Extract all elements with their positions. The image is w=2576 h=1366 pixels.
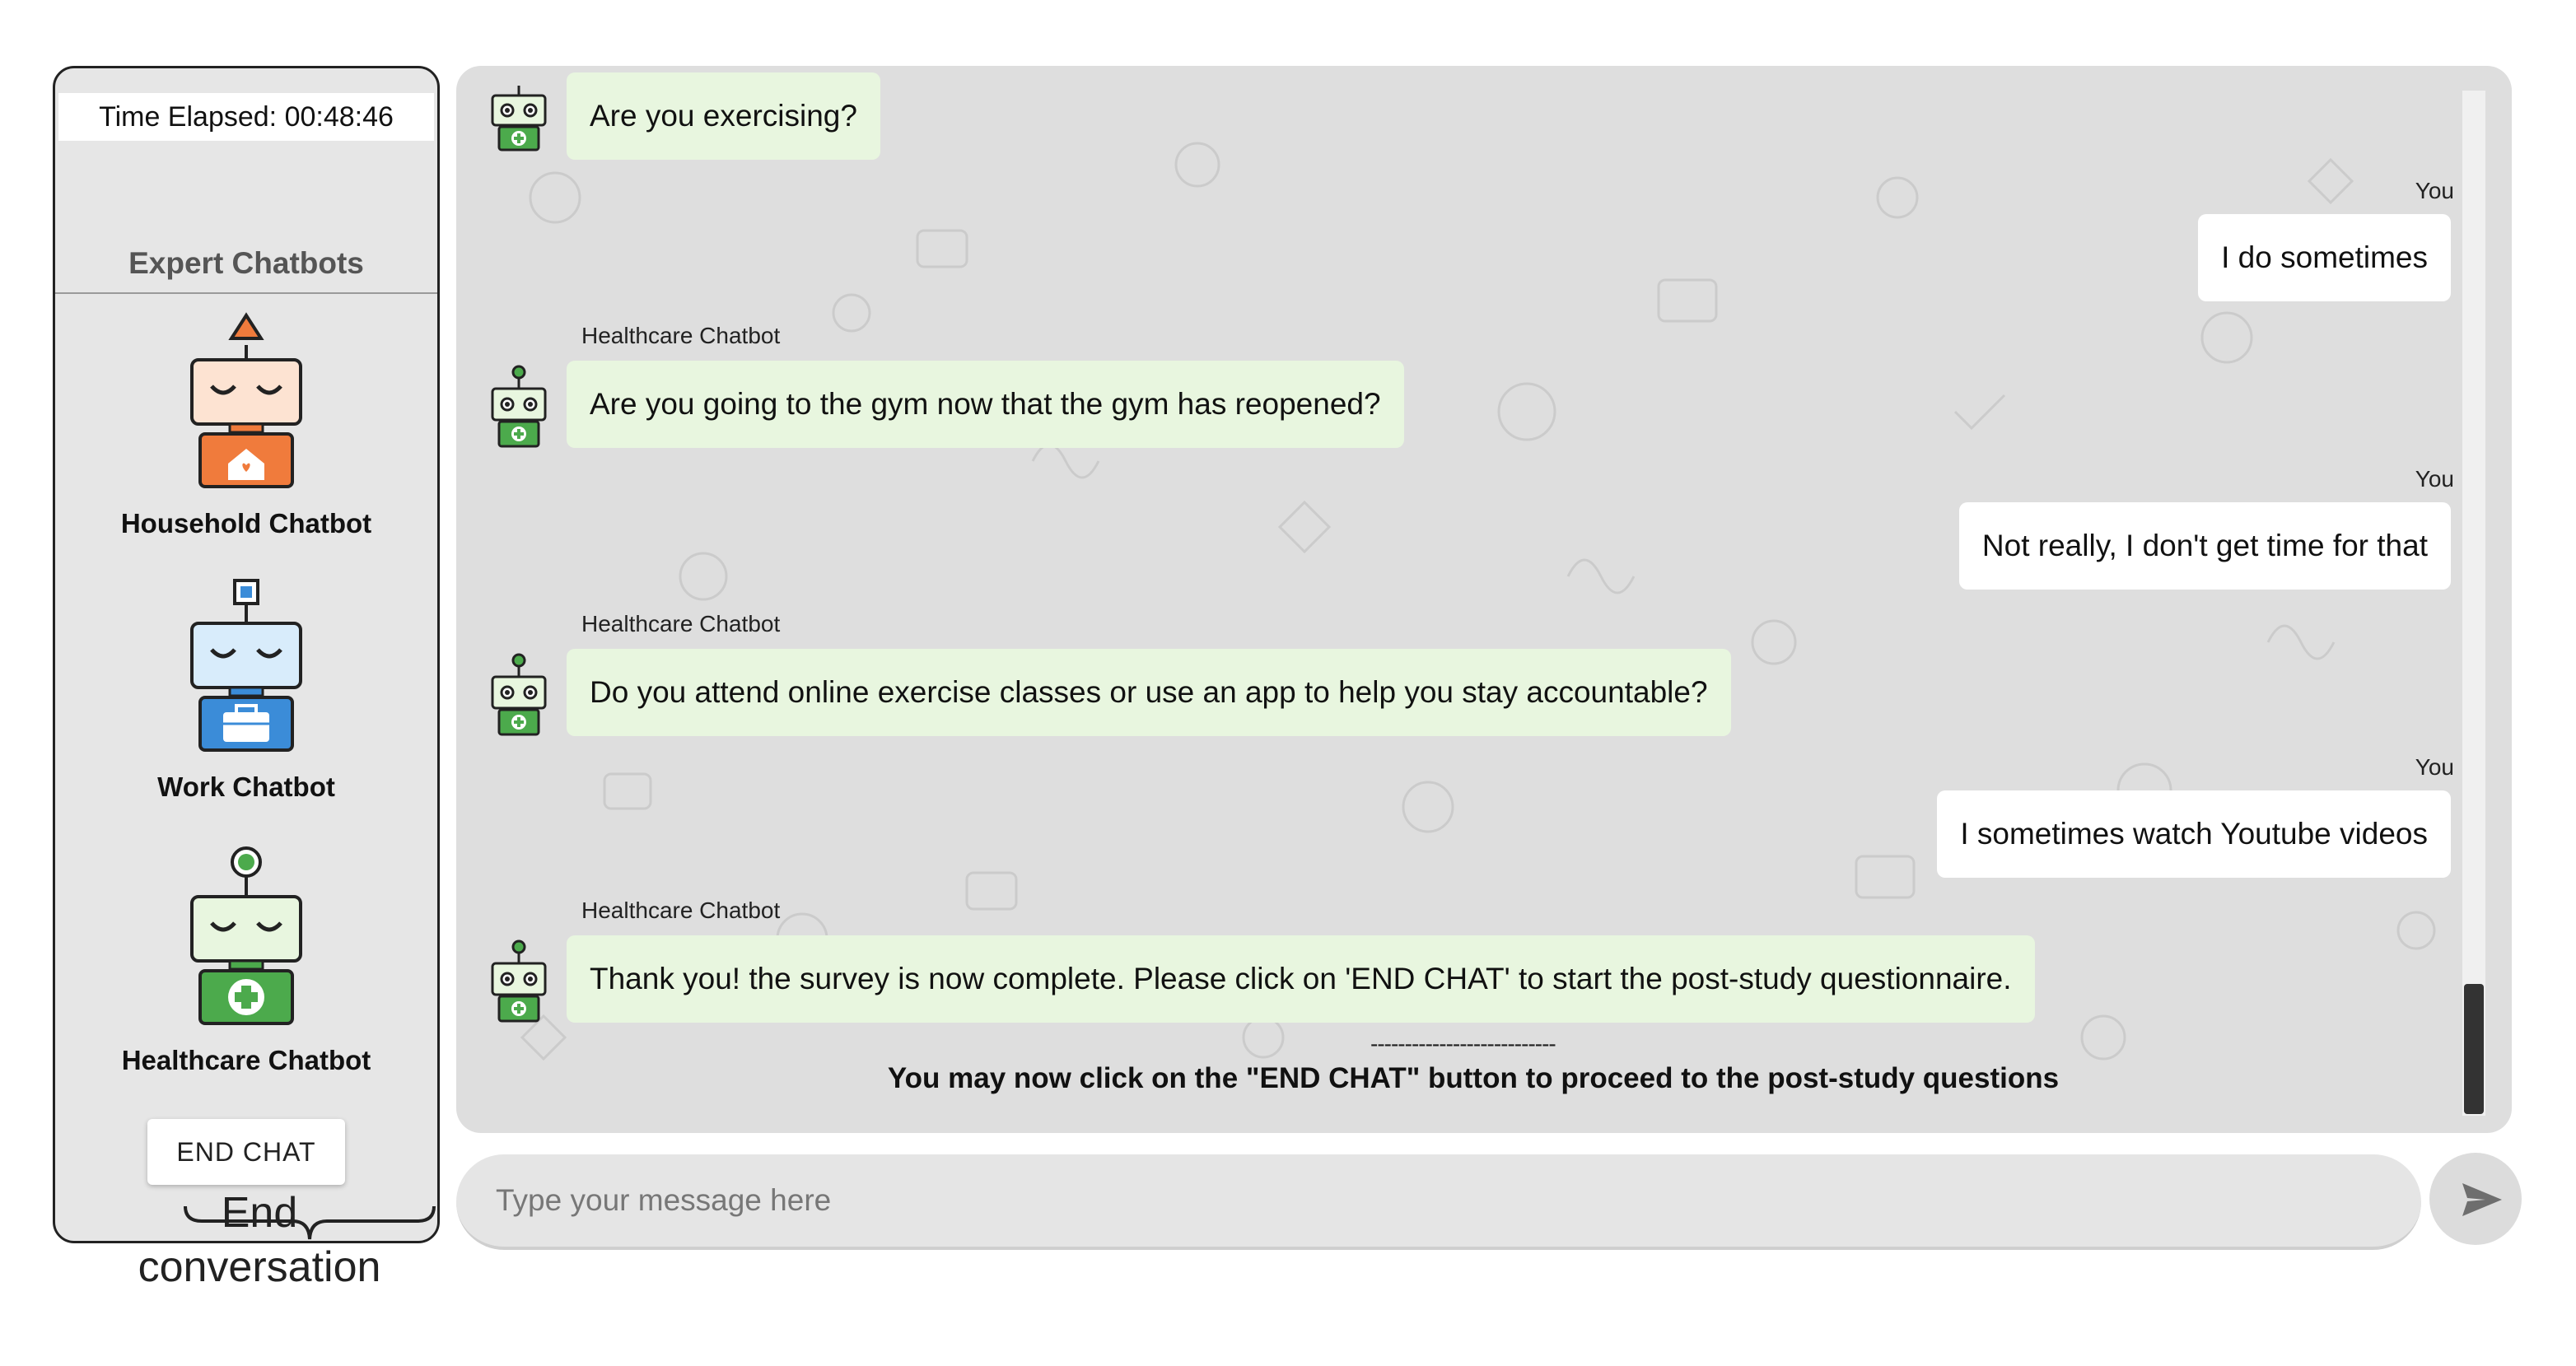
bot-sender-label: Healthcare Chatbot xyxy=(581,897,781,923)
household-chatbot-label: Household Chatbot xyxy=(120,508,372,538)
message-input-container xyxy=(456,1154,2421,1250)
user-sender-label: You xyxy=(2415,466,2454,492)
healthcare-chatbot-label: Healthcare Chatbot xyxy=(121,1045,371,1075)
chat-scrollbar-track[interactable] xyxy=(2462,91,2485,1116)
user-message-bubble: I sometimes watch Youtube videos xyxy=(1937,790,2451,878)
chat-window: Are you exercising? You I do sometimes H… xyxy=(456,66,2512,1133)
healthcare-robot-icon xyxy=(190,846,302,1025)
user-message-bubble: Not really, I don't get time for that xyxy=(1958,502,2451,590)
bot-sender-label: Healthcare Chatbot xyxy=(581,323,781,348)
sidebar-title: Expert Chatbots xyxy=(128,246,364,280)
healthcare-bot-avatar-icon xyxy=(491,939,547,1023)
bot-message-bubble: Do you attend online exercise classes or… xyxy=(567,649,1731,736)
send-button[interactable] xyxy=(2429,1153,2522,1245)
annotation-line-1: End xyxy=(221,1189,298,1237)
time-elapsed-label: Time Elapsed: xyxy=(99,101,278,133)
end-conversation-annotation: End conversation xyxy=(99,1186,420,1294)
send-arrow-icon xyxy=(2462,1183,2502,1216)
message-input[interactable] xyxy=(494,1154,2375,1247)
household-chatbot[interactable]: Household Chatbot xyxy=(55,289,437,539)
bot-sender-label: Healthcare Chatbot xyxy=(581,611,781,636)
household-robot-icon xyxy=(190,312,302,488)
healthcare-chatbot[interactable]: Healthcare Chatbot xyxy=(55,826,437,1076)
annotation-line-2: conversation xyxy=(138,1243,381,1291)
bot-message-bubble: Are you going to the gym now that the gy… xyxy=(567,361,1404,448)
user-sender-label: You xyxy=(2415,178,2454,203)
work-robot-icon xyxy=(190,579,302,752)
separator-line: --------------------------- xyxy=(1370,1031,1556,1056)
bot-message-bubble: Are you exercising? xyxy=(567,72,880,160)
user-sender-label: You xyxy=(2415,754,2454,780)
end-chat-button[interactable]: END CHAT xyxy=(147,1119,345,1185)
expert-chatbots-sidebar: Time Elapsed: 00:48:46 Expert Chatbots H… xyxy=(53,66,440,1243)
end-chat-instruction: You may now click on the "END CHAT" butt… xyxy=(887,1062,2060,1094)
time-elapsed-value: 00:48:46 xyxy=(284,101,394,133)
healthcare-bot-avatar-icon xyxy=(491,86,547,152)
time-elapsed: Time Elapsed: 00:48:46 xyxy=(58,93,434,141)
work-chatbot[interactable]: Work Chatbot xyxy=(55,552,437,803)
healthcare-bot-avatar-icon xyxy=(491,653,547,736)
user-message-bubble: I do sometimes xyxy=(2198,214,2451,301)
work-chatbot-label: Work Chatbot xyxy=(157,772,335,802)
bot-message-bubble: Thank you! the survey is now complete. P… xyxy=(567,935,2035,1023)
healthcare-bot-avatar-icon xyxy=(491,365,547,448)
